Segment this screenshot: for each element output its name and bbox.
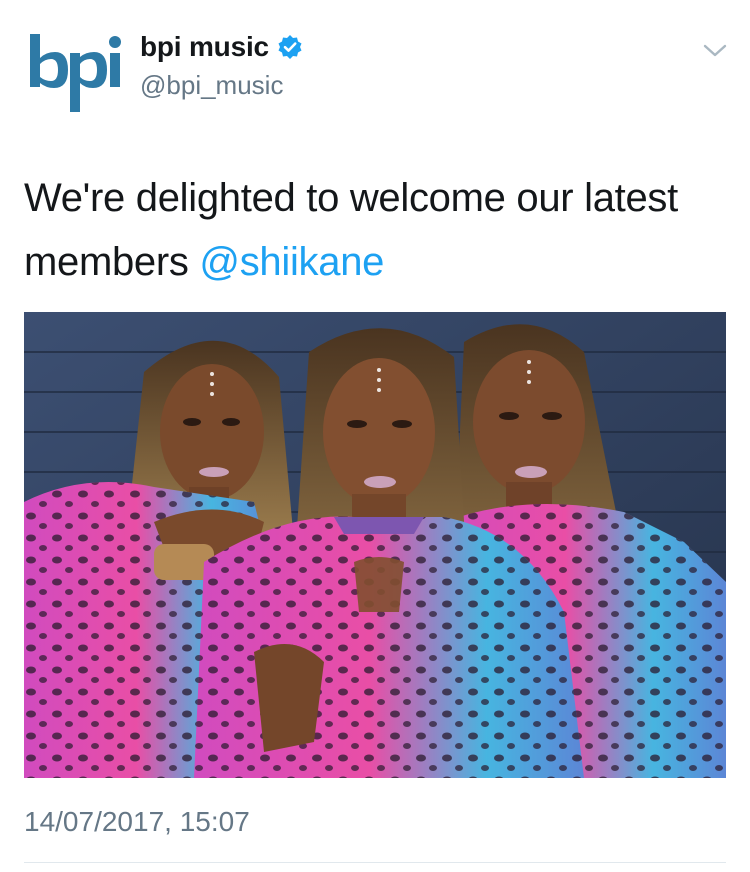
tweet-header: bpi music @bpi_music xyxy=(0,0,750,120)
verified-badge-icon xyxy=(277,34,303,60)
divider xyxy=(24,862,726,863)
tweet-text: We're delighted to welcome our latest me… xyxy=(24,166,728,294)
mention-link[interactable]: @shiikane xyxy=(199,240,384,284)
tweet-media-photo[interactable] xyxy=(24,312,726,778)
tweet-timestamp[interactable]: 14/07/2017, 15:07 xyxy=(24,806,250,838)
chevron-down-icon[interactable] xyxy=(700,40,730,62)
author-display-name[interactable]: bpi music xyxy=(140,31,269,63)
bpi-logo-avatar[interactable] xyxy=(24,28,124,114)
author-handle[interactable]: @bpi_music xyxy=(140,70,283,101)
author-name-row[interactable]: bpi music xyxy=(140,30,303,64)
